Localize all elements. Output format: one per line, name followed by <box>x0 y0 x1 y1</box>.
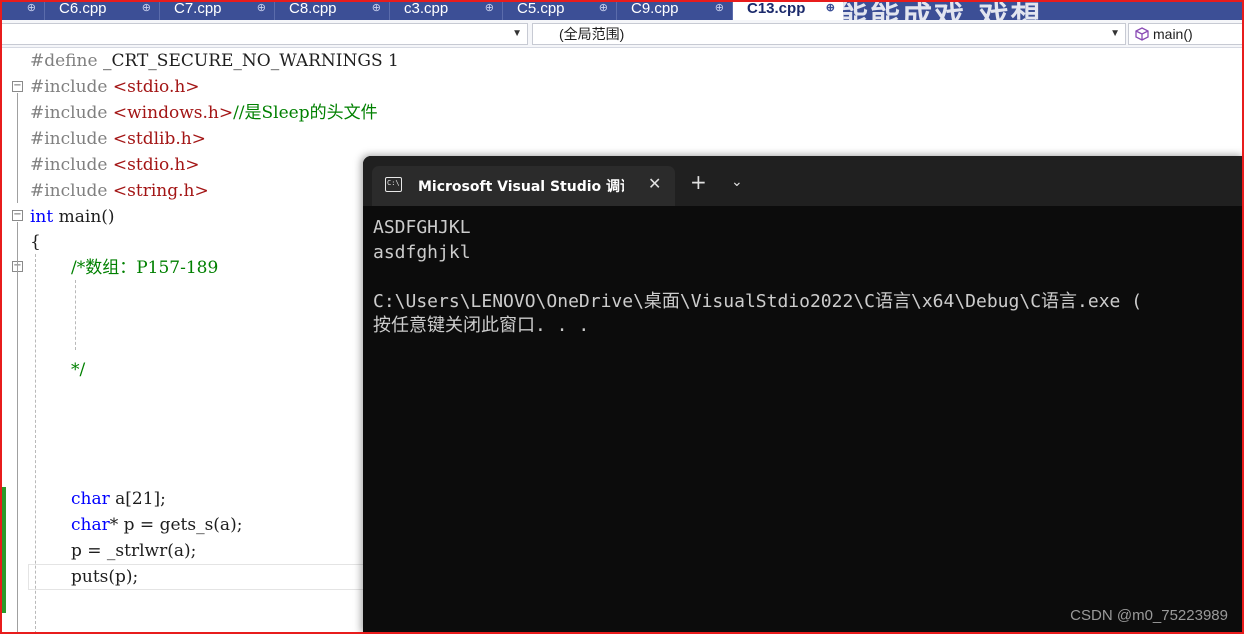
tab-label: C7.cpp <box>174 0 222 17</box>
terminal-tab[interactable]: C:\ Microsoft Visual Studio 调试控制台 ✕ <box>372 166 675 206</box>
code-comment: */ <box>71 360 86 380</box>
keyword-token: char <box>71 515 110 535</box>
code-comment: //是Sleep的头文件 <box>233 103 378 123</box>
project-dropdown[interactable]: ▼ <box>0 23 528 45</box>
include-path: <stdlib.h> <box>112 129 206 149</box>
tab-c8-cpp[interactable]: C8.cpp ⊕ <box>275 0 390 20</box>
keyword-token: int <box>30 207 54 227</box>
tab-c5-cpp[interactable]: C5.cpp ⊕ <box>503 0 617 20</box>
fold-guide <box>17 273 18 383</box>
pin-icon[interactable]: ⊕ <box>485 0 494 17</box>
close-icon[interactable]: ✕ <box>648 174 661 193</box>
code-comment: /*数组：P157-189 <box>71 258 219 278</box>
code-text: * p = gets_s(a); <box>109 515 243 535</box>
tab-overflow-partial[interactable]: ⊕ <box>0 0 45 20</box>
output-line: ASDFGHJKL <box>373 217 471 238</box>
tab-c9-cpp[interactable]: C9.cpp ⊕ <box>617 0 733 20</box>
tab-label: C13.cpp <box>747 0 806 17</box>
new-tab-button[interactable]: + <box>690 172 707 192</box>
chevron-down-icon: ▼ <box>512 28 522 39</box>
pin-icon[interactable]: ⊕ <box>826 0 835 17</box>
tab-c7-cpp[interactable]: C7.cpp ⊕ <box>160 0 275 20</box>
tab-c6-cpp[interactable]: C6.cpp ⊕ <box>45 0 160 20</box>
console-icon: C:\ <box>385 177 402 192</box>
code-text: p = _strlwr(a); <box>71 541 197 561</box>
code-text: _CRT_SECURE_NO_WARNINGS 1 <box>97 51 399 71</box>
preprocessor-token: #include <box>30 103 113 123</box>
tab-label: C9.cpp <box>631 0 679 17</box>
debug-console-window[interactable]: C:\ Microsoft Visual Studio 调试控制台 ✕ + ⌄ … <box>363 156 1244 634</box>
chevron-down-icon: ▼ <box>1110 28 1120 39</box>
pin-icon[interactable]: ⊕ <box>142 0 151 17</box>
code-line[interactable]: /*数组：P157-189 <box>71 255 218 281</box>
code-line[interactable]: #include <stdio.h> <box>30 74 200 100</box>
code-text: a[21]; <box>109 489 166 509</box>
output-line: asdfghjkl <box>373 241 471 263</box>
tab-c3-cpp[interactable]: c3.cpp ⊕ <box>390 0 503 20</box>
code-line[interactable]: #include <string.h> <box>30 178 209 204</box>
preprocessor-token: #define <box>30 51 98 71</box>
output-line: 按任意键关闭此窗口. . . <box>373 315 590 336</box>
include-path: <stdio.h> <box>112 77 200 97</box>
code-text: { <box>30 232 41 252</box>
code-line[interactable]: */ <box>71 357 85 383</box>
change-indicator-bar <box>0 487 6 613</box>
code-line[interactable]: #define _CRT_SECURE_NO_WARNINGS 1 <box>30 48 399 74</box>
pin-icon[interactable]: ⊕ <box>257 0 266 17</box>
code-text: puts(p); <box>71 567 139 587</box>
pin-icon[interactable]: ⊕ <box>27 0 36 17</box>
pin-icon[interactable]: ⊕ <box>599 0 608 17</box>
code-line[interactable]: #include <stdio.h> <box>30 152 200 178</box>
chevron-down-icon[interactable]: ⌄ <box>731 174 743 190</box>
preprocessor-token: #include <box>30 155 113 175</box>
tab-label: C6.cpp <box>59 0 107 17</box>
tab-label: c3.cpp <box>404 0 449 17</box>
code-line[interactable]: char a[21]; <box>71 486 166 512</box>
code-line[interactable]: char* p = gets_s(a); <box>71 512 242 538</box>
include-path: <string.h> <box>112 181 209 201</box>
include-path: <windows.h> <box>112 103 234 123</box>
indent-guide <box>75 280 76 350</box>
preprocessor-token: #include <box>30 77 113 97</box>
tab-c13-cpp[interactable]: C13.cpp ⊕ <box>733 0 843 20</box>
collapse-icon[interactable]: − <box>12 81 23 92</box>
code-line[interactable]: #include <windows.h>//是Sleep的头文件 <box>30 100 378 126</box>
code-line[interactable]: #include <stdlib.h> <box>30 126 206 152</box>
output-line: C:\Users\LENOVO\OneDrive\桌面\VisualStdio2… <box>373 290 1143 312</box>
overlay-watermark-text: 能能成戏 戏想 <box>838 0 1043 20</box>
member-value: main() <box>1153 26 1193 42</box>
code-line[interactable]: int main() <box>30 204 115 230</box>
code-line[interactable]: { <box>30 229 41 255</box>
keyword-token: char <box>71 489 110 509</box>
navigation-bar: ▼ (全局范围) ▼ main() <box>0 20 1244 48</box>
code-text: main() <box>53 207 115 227</box>
fold-guide <box>17 93 18 203</box>
scope-dropdown[interactable]: (全局范围) ▼ <box>532 23 1126 45</box>
cube-icon <box>1135 27 1149 41</box>
scope-value: (全局范围) <box>559 26 625 42</box>
terminal-output[interactable]: ASDFGHJKL asdfghjkl C:\Users\LENOVO\OneD… <box>373 216 1244 339</box>
csdn-watermark: CSDN @m0_75223989 <box>1070 607 1228 624</box>
include-path: <stdio.h> <box>112 155 200 175</box>
tab-label: C8.cpp <box>289 0 337 17</box>
code-line[interactable]: p = _strlwr(a); <box>71 538 196 564</box>
tab-label: C5.cpp <box>517 0 565 17</box>
member-dropdown[interactable]: main() <box>1128 23 1244 45</box>
document-tab-strip: ⊕ C6.cpp ⊕ C7.cpp ⊕ C8.cpp ⊕ c3.cpp ⊕ C5… <box>0 0 1244 20</box>
pin-icon[interactable]: ⊕ <box>372 0 381 17</box>
terminal-titlebar[interactable]: C:\ Microsoft Visual Studio 调试控制台 ✕ + ⌄ <box>363 156 1244 206</box>
preprocessor-token: #include <box>30 181 113 201</box>
terminal-tab-title: Microsoft Visual Studio 调试控制台 <box>418 179 624 195</box>
pin-icon[interactable]: ⊕ <box>715 0 724 17</box>
code-line[interactable]: puts(p); <box>71 564 138 590</box>
preprocessor-token: #include <box>30 129 113 149</box>
collapse-icon[interactable]: − <box>12 210 23 221</box>
